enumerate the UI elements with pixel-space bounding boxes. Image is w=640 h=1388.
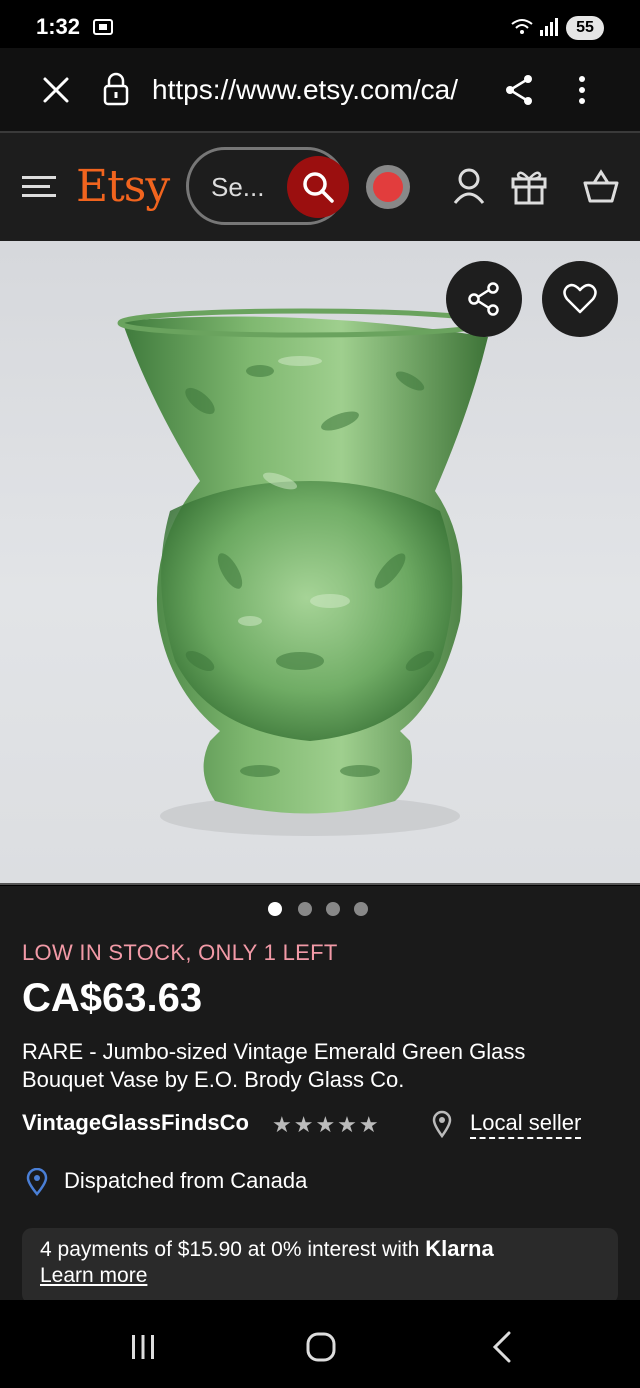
pager-dot-4[interactable] (354, 902, 368, 916)
region-flag-button[interactable] (366, 165, 410, 209)
location-pin-icon (26, 1168, 48, 1196)
product-details: LOW IN STOCK, ONLY 1 LEFT CA$63.63 RARE … (0, 886, 640, 1304)
klarna-text: 4 payments of $15.90 at 0% interest with… (40, 1236, 494, 1262)
seller-name[interactable]: VintageGlassFindsCo (22, 1110, 249, 1136)
pager-dot-1[interactable] (268, 902, 282, 916)
local-seller-link[interactable]: Local seller (470, 1110, 582, 1139)
recent-apps-icon[interactable] (128, 1332, 158, 1362)
status-bar: 1:32 55 (0, 0, 640, 48)
screen-record-icon (93, 19, 113, 35)
share-icon[interactable] (502, 72, 536, 108)
learn-more-link[interactable]: Learn more (40, 1264, 147, 1288)
seller-row: VintageGlassFindsCo ★★★★★ Local seller (22, 1108, 622, 1140)
pager-dot-2[interactable] (298, 902, 312, 916)
rating-stars[interactable]: ★★★★★ (272, 1112, 381, 1138)
site-header: Etsy Se... (0, 133, 640, 241)
share-button[interactable] (446, 261, 522, 337)
stock-notice: LOW IN STOCK, ONLY 1 LEFT (22, 940, 338, 965)
pager-dot-3[interactable] (326, 902, 340, 916)
heart-icon (563, 283, 597, 314)
green-vase-image (117, 308, 491, 836)
signal-icon (511, 18, 558, 36)
favorite-button[interactable] (542, 261, 618, 337)
lock-icon[interactable] (102, 72, 130, 106)
cart-icon[interactable] (582, 169, 620, 203)
product-image[interactable] (0, 241, 640, 885)
location-pin-icon (432, 1110, 452, 1138)
gift-icon[interactable] (510, 167, 548, 205)
url-field[interactable]: https://www.etsy.com/ca/ (152, 74, 478, 106)
dispatch-text: Dispatched from Canada (64, 1168, 308, 1193)
product-title: RARE - Jumbo-sized Vintage Emerald Green… (22, 1039, 526, 1092)
product-price: CA$63.63 (22, 976, 203, 1020)
home-icon[interactable] (306, 1332, 336, 1362)
etsy-logo[interactable]: Etsy (76, 161, 170, 212)
system-nav-bar (0, 1300, 640, 1388)
image-pager-dots (268, 902, 378, 918)
search-placeholder: Se... (211, 172, 265, 202)
browser-url-bar: https://www.etsy.com/ca/ (0, 48, 640, 132)
menu-icon[interactable] (22, 173, 56, 201)
klarna-banner: 4 payments of $15.90 at 0% interest with… (22, 1228, 618, 1304)
account-icon[interactable] (452, 167, 486, 205)
search-button[interactable] (287, 156, 349, 218)
battery-indicator: 55 (566, 16, 604, 40)
search-icon (303, 172, 334, 203)
share-icon (468, 282, 499, 316)
klarna-payment-text: 4 payments of $15.90 at 0% interest with (40, 1238, 420, 1261)
canada-flag-icon (373, 172, 403, 202)
klarna-brand: Klarna (425, 1236, 494, 1261)
search-input[interactable]: Se... (186, 147, 349, 225)
status-time: 1:32 (36, 14, 81, 39)
more-options-icon[interactable] (570, 72, 594, 108)
dispatch-info: Dispatched from Canada (26, 1166, 426, 1196)
close-icon[interactable] (40, 74, 72, 106)
back-icon[interactable] (490, 1330, 514, 1364)
